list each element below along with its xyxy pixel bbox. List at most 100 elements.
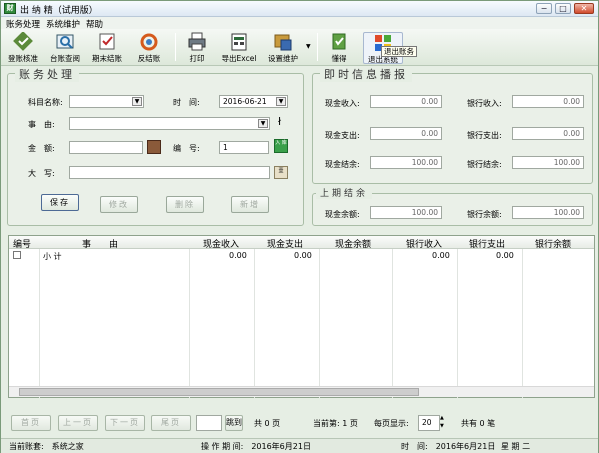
status-bar: 当前账套: 系统之家 操 作 期 间: 2016年6月21日 时 间: 2016… [1, 438, 598, 453]
export-excel-label: 导出Excel [221, 54, 257, 63]
cash-balance-label: 现金结余: [325, 160, 360, 169]
amount-label: 金 额: [28, 144, 55, 153]
bank-balance-label: 银行结余: [467, 160, 502, 169]
reverse-close-label: 反结账 [137, 54, 161, 63]
calculator-icon[interactable] [147, 140, 161, 154]
auto-number-icon[interactable]: 入 库 [274, 139, 288, 153]
last-page-button[interactable]: 尾页 [151, 415, 191, 431]
col-bank-balance[interactable]: 银行余额 [535, 237, 571, 250]
help-label: 懂得 [331, 54, 347, 63]
main-window: 财 出 纳 精（试用版） − □ ✕ 账务处理 系统维护 帮助 登账核准 台账查… [0, 0, 599, 453]
row-checkbox[interactable] [13, 251, 21, 259]
col-cash-in[interactable]: 现金收入 [203, 237, 239, 250]
jump-button[interactable]: 跳到 [225, 415, 243, 431]
calendar-dropdown-icon[interactable]: ▼ [276, 97, 286, 106]
subtotal-bank-in: 0.00 [432, 251, 450, 260]
number-input[interactable]: 1 [219, 141, 269, 154]
prev-page-button[interactable]: 上一页 [58, 415, 98, 431]
reason-label: 事 由: [28, 120, 55, 129]
col-bank-out[interactable]: 银行支出 [469, 237, 505, 250]
col-reason[interactable]: 事 由 [82, 237, 118, 250]
number-value: 1 [223, 143, 228, 152]
status-op-date: 操 作 期 间: 2016年6月21日 [201, 442, 311, 451]
chevron-down-icon[interactable]: ▼ [258, 119, 268, 128]
prior-bank-label: 银行余额: [467, 210, 502, 219]
convert-icon[interactable]: 壹 [274, 166, 288, 179]
transactions-table: 编号 事 由 现金收入 现金支出 现金余额 银行收入 银行支出 银行余额 小 计… [8, 235, 595, 398]
period-close-icon [97, 32, 117, 51]
reverse-close-button[interactable]: 反结账 [129, 32, 169, 64]
subject-label: 科目名称: [28, 98, 63, 107]
period-close-label: 期末结账 [92, 54, 122, 63]
next-page-button[interactable]: 下一页 [105, 415, 145, 431]
settings-label: 设置维护 [268, 54, 298, 63]
ledger-button[interactable]: 台账查阅 [45, 32, 85, 64]
settings-dropdown-icon[interactable]: ▼ [306, 43, 311, 50]
toolbar: 登账核准 台账查阅 期末结账 反结账 打印 导出Excel 设置维护 ▼ 懂得 … [1, 29, 598, 66]
status-weekday: 星 期 二 [501, 442, 531, 451]
form-title: 账务处理 [15, 66, 79, 82]
close-button[interactable]: ✕ [574, 3, 594, 14]
approve-icon [13, 31, 33, 51]
per-page-label: 每页显示: [374, 419, 409, 428]
edit-button[interactable]: 修改 [100, 196, 138, 213]
add-button[interactable]: 新增 [231, 196, 269, 213]
cash-out-value: 0.00 [370, 127, 442, 140]
current-page: 当前第: 1 页 [313, 419, 358, 428]
capital-input[interactable] [69, 166, 270, 179]
subject-select[interactable]: ▼ [69, 95, 144, 108]
horizontal-scrollbar[interactable] [9, 386, 594, 397]
prior-balance-title: 上期结余 [316, 186, 373, 199]
per-page-input[interactable]: 20 [418, 415, 440, 431]
column-divider [39, 249, 40, 398]
first-page-button[interactable]: 首页 [11, 415, 51, 431]
cash-balance-value: 100.00 [370, 156, 442, 169]
bank-in-label: 银行收入: [467, 99, 502, 108]
settings-button[interactable]: 设置维护 [263, 32, 303, 64]
broadcast-title: 即时信息播报 [320, 66, 412, 82]
cash-in-label: 现金收入: [325, 99, 360, 108]
prior-bank-value: 100.00 [512, 206, 584, 219]
chevron-down-icon[interactable]: ▼ [132, 97, 142, 106]
pin-icon[interactable]: ł [278, 115, 281, 128]
ledger-icon [55, 32, 75, 51]
col-bank-in[interactable]: 银行收入 [406, 237, 442, 250]
scrollbar-thumb[interactable] [19, 388, 419, 396]
print-label: 打印 [189, 54, 205, 63]
column-divider [254, 249, 255, 398]
total-records: 共有 0 笔 [461, 419, 496, 428]
save-button[interactable]: 保存 [41, 194, 79, 211]
help-button[interactable]: 懂得 [319, 32, 359, 64]
period-close-button[interactable]: 期末结账 [87, 32, 127, 64]
column-divider [189, 249, 190, 398]
reverse-close-icon [139, 32, 159, 51]
prior-cash-label: 现金余额: [325, 210, 360, 219]
col-number[interactable]: 编号 [13, 237, 31, 250]
approve-button[interactable]: 登账核准 [3, 31, 43, 64]
export-excel-button[interactable]: 导出Excel [219, 32, 259, 64]
app-icon: 财 [4, 3, 16, 14]
time-label: 时 间: [173, 98, 200, 107]
subtotal-label: 小 计 [43, 252, 62, 261]
col-cash-balance[interactable]: 现金余额 [335, 237, 371, 250]
help-icon [329, 32, 349, 51]
delete-button[interactable]: 删除 [166, 196, 204, 213]
approve-label: 登账核准 [8, 54, 38, 63]
reason-input[interactable]: ▼ [69, 117, 270, 130]
prior-cash-value: 100.00 [370, 206, 442, 219]
col-cash-out[interactable]: 现金支出 [267, 237, 303, 250]
excel-icon [229, 32, 249, 51]
amount-input[interactable] [69, 141, 143, 154]
maximize-button[interactable]: □ [555, 3, 571, 14]
toolbar-separator [317, 33, 318, 61]
spinner-icon[interactable]: ▲ ▼ [440, 414, 444, 430]
subtotal-cash-out: 0.00 [294, 251, 312, 260]
settings-icon [273, 32, 293, 51]
jump-page-input[interactable] [196, 415, 222, 431]
total-pages: 共 0 页 [254, 419, 281, 428]
bank-out-value: 0.00 [512, 127, 584, 140]
cash-in-value: 0.00 [370, 95, 442, 108]
minimize-button[interactable]: − [536, 3, 552, 14]
date-picker[interactable]: 2016-06-21 ▼ [219, 95, 288, 108]
print-button[interactable]: 打印 [177, 32, 217, 64]
